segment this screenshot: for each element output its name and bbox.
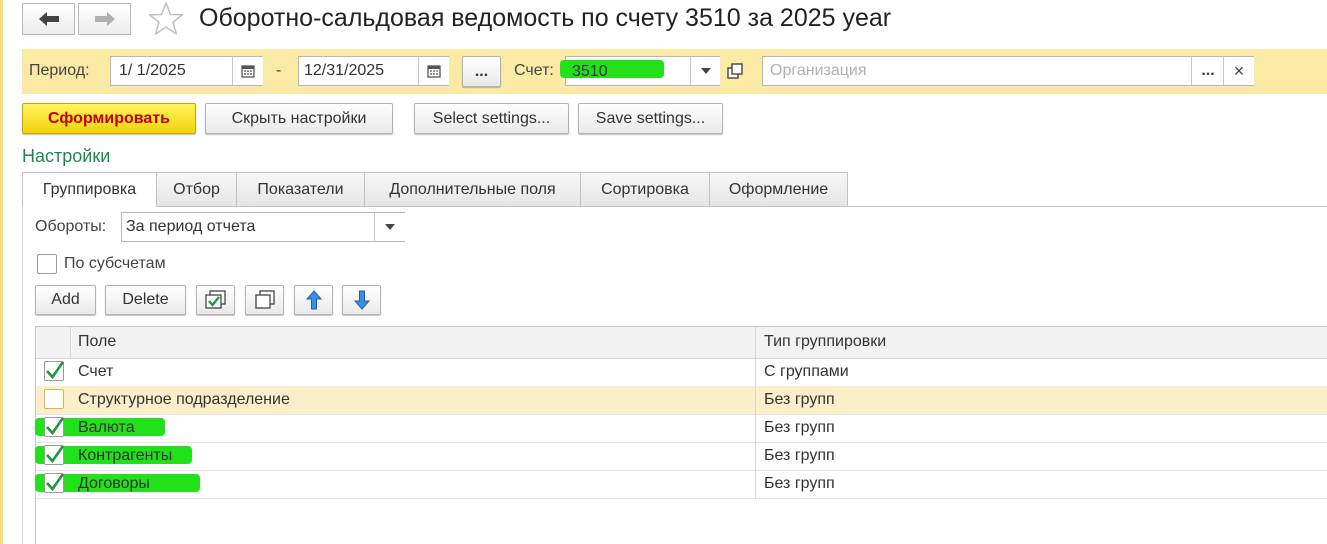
table-row[interactable]: Счет С группами bbox=[36, 358, 1327, 387]
row-field-name: Договоры bbox=[78, 475, 150, 492]
check-all-button[interactable] bbox=[196, 285, 235, 315]
organization-clear-button[interactable]: × bbox=[1223, 57, 1254, 85]
period-picker-button[interactable]: ... bbox=[462, 56, 501, 87]
tab-filter[interactable]: Отбор bbox=[157, 172, 237, 207]
check-all-icon bbox=[204, 290, 226, 309]
chevron-down-icon[interactable] bbox=[690, 57, 720, 85]
arrow-up-icon bbox=[305, 290, 322, 310]
settings-tabs: Группировка Отбор Показатели Дополнитель… bbox=[22, 172, 848, 207]
arrow-right-icon bbox=[94, 12, 115, 26]
row-group-type[interactable]: С группами bbox=[764, 363, 849, 381]
tab-appearance[interactable]: Оформление bbox=[710, 172, 848, 207]
forward-button[interactable] bbox=[78, 3, 131, 35]
date-from-value: 1/ 1/2025 bbox=[119, 62, 186, 79]
calendar-icon[interactable] bbox=[232, 57, 263, 85]
hide-settings-button[interactable]: Скрыть настройки bbox=[205, 103, 393, 134]
select-settings-button[interactable]: Select settings... bbox=[414, 103, 569, 134]
account-field[interactable]: 3510 bbox=[560, 56, 720, 86]
star-icon bbox=[148, 2, 184, 35]
header-divider bbox=[755, 327, 756, 358]
calendar-icon[interactable] bbox=[418, 57, 449, 85]
row-field-name: Структурное подразделение bbox=[78, 391, 290, 408]
open-form-icon bbox=[727, 63, 743, 79]
table-row[interactable]: Договоры Без групп bbox=[35, 470, 1327, 499]
move-down-button[interactable] bbox=[342, 285, 381, 315]
column-header-group-type[interactable]: Тип группировки bbox=[764, 333, 886, 351]
row-field-name: Валюта bbox=[78, 419, 135, 436]
move-up-button[interactable] bbox=[294, 285, 333, 315]
organization-field[interactable]: Организация ... × bbox=[762, 56, 1254, 86]
tab-indicators[interactable]: Показатели bbox=[237, 172, 365, 207]
turnover-select[interactable]: За период отчета bbox=[121, 212, 405, 242]
settings-title: Настройки bbox=[22, 146, 111, 166]
row-checkbox[interactable] bbox=[44, 417, 65, 437]
checkmark-icon bbox=[46, 417, 65, 436]
left-accent-bar bbox=[0, 0, 3, 544]
date-from-field[interactable]: 1/ 1/2025 bbox=[110, 56, 263, 86]
row-checkbox[interactable] bbox=[44, 361, 65, 381]
table-row[interactable]: Структурное подразделение Без групп bbox=[36, 386, 1327, 415]
generate-button[interactable]: Сформировать bbox=[22, 103, 196, 134]
row-checkbox[interactable] bbox=[44, 473, 65, 493]
period-label: Период: bbox=[29, 62, 90, 79]
page-title: Оборотно-сальдовая ведомость по счету 35… bbox=[199, 4, 892, 32]
tab-grouping[interactable]: Группировка bbox=[22, 172, 157, 207]
delete-button[interactable]: Delete bbox=[105, 285, 186, 315]
uncheck-all-icon bbox=[254, 290, 275, 309]
period-dash: - bbox=[276, 62, 282, 79]
checkmark-icon bbox=[46, 361, 65, 380]
checkmark-icon bbox=[46, 473, 65, 492]
add-button[interactable]: Add bbox=[35, 285, 96, 315]
table-header: Поле Тип группировки bbox=[36, 327, 1327, 359]
open-account-button[interactable] bbox=[723, 59, 747, 83]
row-group-type[interactable]: Без групп bbox=[764, 475, 835, 493]
checkmark-icon bbox=[46, 445, 65, 464]
organization-placeholder: Организация bbox=[770, 62, 867, 79]
arrow-left-icon bbox=[38, 12, 59, 26]
row-field-name: Контрагенты bbox=[78, 447, 173, 464]
row-group-type[interactable]: Без групп bbox=[764, 391, 835, 409]
table-row[interactable]: Валюта Без групп bbox=[35, 414, 1327, 443]
tab-additional-fields[interactable]: Дополнительные поля bbox=[365, 172, 581, 207]
row-group-type[interactable]: Без групп bbox=[764, 419, 835, 437]
date-to-value: 12/31/2025 bbox=[304, 62, 385, 79]
turnover-value: За период отчета bbox=[126, 218, 256, 235]
subaccounts-checkbox[interactable] bbox=[37, 254, 57, 274]
header-divider bbox=[70, 327, 71, 358]
back-button[interactable] bbox=[22, 3, 75, 35]
account-label: Счет: bbox=[514, 62, 554, 79]
grouping-table: Поле Тип группировки Счет С группами Струк… bbox=[35, 326, 1327, 544]
uncheck-all-button[interactable] bbox=[245, 285, 284, 315]
column-header-field[interactable]: Поле bbox=[78, 333, 116, 351]
subaccounts-label: По субсчетам bbox=[64, 255, 166, 272]
table-row[interactable]: Контрагенты Без групп bbox=[35, 442, 1327, 471]
row-group-type[interactable]: Без групп bbox=[764, 447, 835, 465]
panel-border bbox=[22, 206, 23, 544]
tab-sorting[interactable]: Сортировка bbox=[581, 172, 710, 207]
row-checkbox[interactable] bbox=[44, 445, 65, 465]
arrow-down-icon bbox=[353, 290, 370, 310]
turnover-label: Обороты: bbox=[35, 218, 107, 235]
column-divider bbox=[755, 358, 756, 498]
organization-select-button[interactable]: ... bbox=[1191, 57, 1224, 85]
row-field-name: Счет bbox=[78, 363, 114, 380]
tab-baseline bbox=[157, 206, 1327, 207]
account-value: 3510 bbox=[572, 63, 608, 80]
save-settings-button[interactable]: Save settings... bbox=[578, 103, 723, 134]
favorite-button[interactable] bbox=[147, 1, 185, 37]
date-to-field[interactable]: 12/31/2025 bbox=[298, 56, 449, 86]
chevron-down-icon[interactable] bbox=[374, 213, 405, 241]
row-checkbox[interactable] bbox=[44, 389, 64, 409]
